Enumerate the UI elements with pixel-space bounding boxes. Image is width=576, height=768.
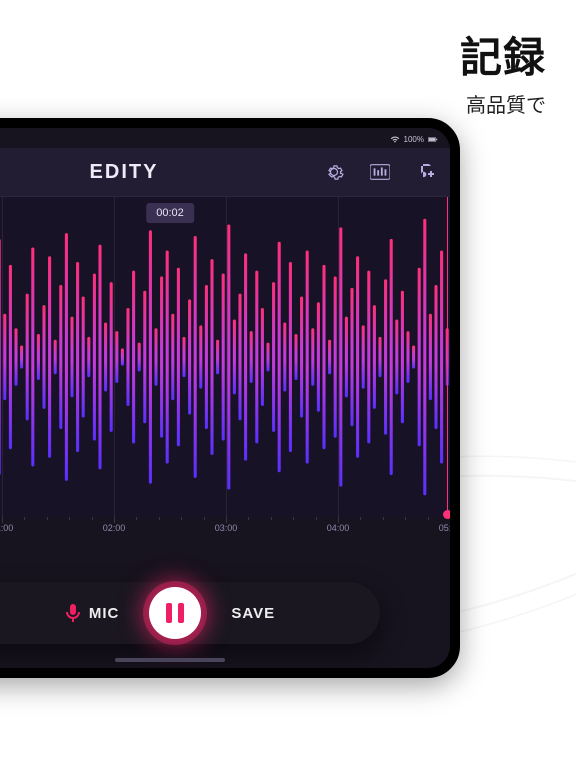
timeline-label: 04:00 [327,523,350,533]
record-pause-button[interactable] [149,587,201,639]
equalizer-icon[interactable] [370,162,390,182]
waveform-area[interactable]: + 00:02 [0,197,450,517]
wifi-icon [390,136,400,143]
save-button[interactable]: SAVE [231,605,275,622]
timeline-label: 03:00 [215,523,238,533]
tablet-mockup: 9:47 PM Mon Mar 30 100% EDITY [0,118,460,678]
home-indicator [115,658,225,662]
app-topbar: EDITY [0,148,450,197]
timeline-label: 02:00 [103,523,126,533]
microphone-icon [65,603,81,623]
battery-icon [428,136,438,143]
record-controls: MIC SAVE [0,582,380,644]
save-label: SAVE [231,605,275,622]
app-title: EDITY [0,161,324,184]
mic-label: MIC [89,605,120,622]
promo-subtitle: 高品質で [460,89,546,118]
timeline-ruler: 00:0001:0002:0003:0004:0005:00 [0,517,450,547]
app-screen: 9:47 PM Mon Mar 30 100% EDITY [0,128,450,668]
status-battery-text: 100% [404,135,424,144]
mic-button[interactable]: MIC [65,603,120,623]
gear-icon[interactable] [324,162,344,182]
status-right: 100% [390,135,438,144]
playhead[interactable] [447,197,448,517]
pause-icon [166,603,184,623]
timeline-label: 05:00 [439,523,460,533]
promo-title: 記録 [460,24,546,85]
status-bar: 9:47 PM Mon Mar 30 100% [0,128,450,148]
track-add-icon[interactable] [416,162,436,182]
timeline-label: 01:00 [0,523,13,533]
waveform-chart [0,197,450,517]
promo-block: 記録 高品質で [460,24,546,118]
